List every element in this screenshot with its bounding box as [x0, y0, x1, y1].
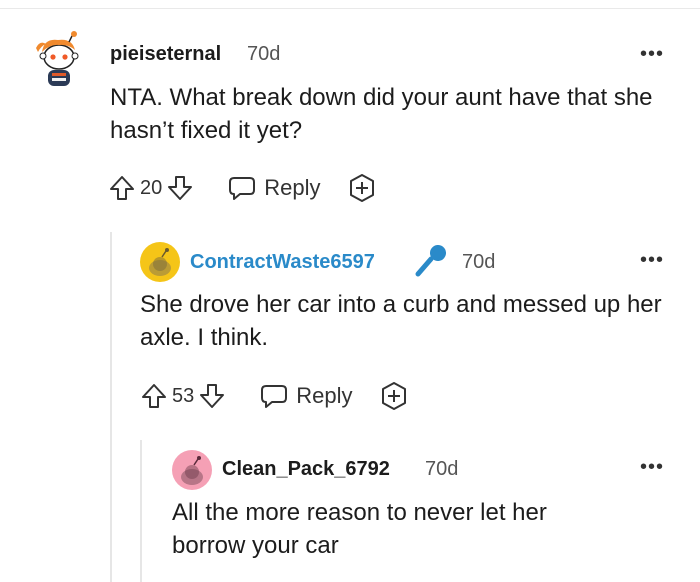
comment-actions: 20 Reply [108, 170, 377, 206]
top-divider [0, 8, 700, 9]
downvote-icon[interactable] [198, 382, 226, 410]
upvote-icon[interactable] [140, 382, 168, 410]
vote-score: 20 [140, 176, 163, 199]
reply-label: Reply [264, 175, 321, 200]
more-options-button[interactable]: ••• [640, 43, 664, 66]
award-icon[interactable] [347, 173, 377, 203]
award-icon[interactable] [379, 381, 409, 411]
comment-body: NTA. What break down did your aunt have … [110, 84, 653, 144]
more-options-button[interactable]: ••• [640, 249, 664, 272]
thread-line-2[interactable] [140, 440, 142, 582]
comment-age: 70d [425, 458, 459, 480]
reply-icon [229, 177, 256, 200]
reply-label: Reply [296, 383, 353, 408]
upvote-icon[interactable] [108, 174, 136, 202]
downvote-icon[interactable] [166, 174, 194, 202]
reply-button[interactable]: Reply [260, 383, 353, 409]
reply-button[interactable]: Reply [228, 175, 321, 201]
username[interactable]: ContractWaste6597 [190, 251, 375, 274]
avatar[interactable] [140, 242, 180, 282]
username[interactable]: Clean_Pack_6792 [222, 458, 390, 481]
microphone-icon [414, 244, 450, 283]
avatar[interactable] [172, 450, 212, 490]
comment-body: All the more reason to never let her bor… [172, 499, 547, 559]
vote-score: 53 [172, 384, 195, 407]
more-options-button[interactable]: ••• [640, 456, 664, 479]
thread-line-1[interactable] [110, 232, 112, 582]
comment-body: She drove her car into a curb and messed… [140, 291, 662, 351]
avatar[interactable] [28, 30, 88, 92]
username[interactable]: pieiseternal [110, 43, 221, 66]
comment-age: 70d [462, 251, 496, 273]
comment-actions: 53 Reply [140, 378, 409, 414]
comment-age: 70d [247, 43, 281, 65]
reply-icon [261, 385, 288, 408]
